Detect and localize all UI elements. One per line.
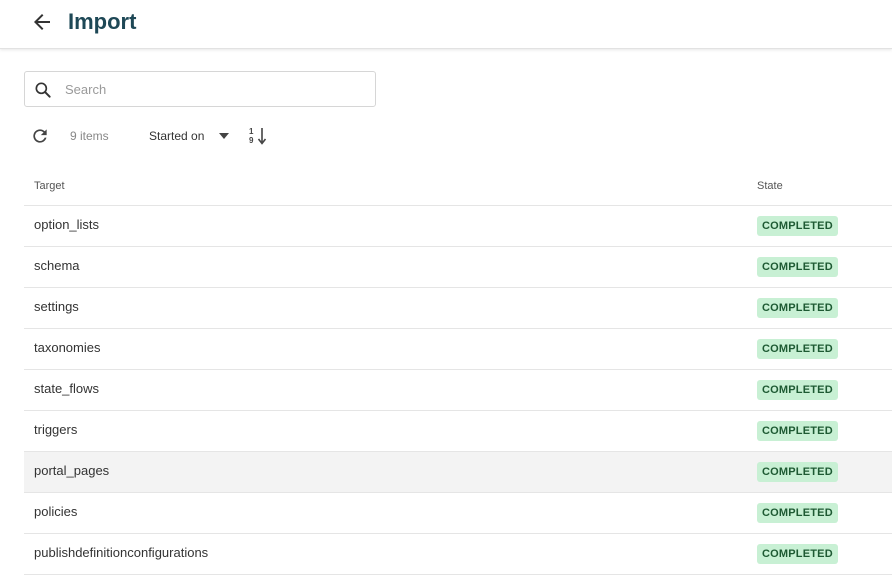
target-cell: portal_pages <box>34 463 110 478</box>
target-cell: triggers <box>34 422 78 437</box>
imports-table: Target State option_lists COMPLETED sche… <box>24 170 892 575</box>
svg-text:9: 9 <box>249 136 254 145</box>
table-row[interactable]: triggers COMPLETED <box>24 411 892 452</box>
table-row[interactable]: option_lists COMPLETED <box>24 206 892 247</box>
status-badge: COMPLETED <box>757 544 838 564</box>
status-badge: COMPLETED <box>757 216 838 236</box>
svg-text:1: 1 <box>249 127 254 136</box>
search-input[interactable] <box>65 72 365 106</box>
search-box[interactable] <box>24 71 376 107</box>
target-cell: option_lists <box>34 217 100 232</box>
refresh-icon[interactable] <box>30 126 50 146</box>
target-cell: policies <box>34 504 78 519</box>
table-row[interactable]: publishdefinitionconfigurations COMPLETE… <box>24 534 892 575</box>
table-row[interactable]: portal_pages COMPLETED <box>24 452 892 493</box>
sort-descending-icon[interactable]: 1 9 <box>248 126 268 146</box>
item-count: 9 items <box>70 129 109 143</box>
search-icon <box>35 82 51 98</box>
column-header-state[interactable]: State <box>757 180 783 192</box>
status-badge: COMPLETED <box>757 462 838 482</box>
list-toolbar: 9 items Started on 1 9 <box>24 124 424 148</box>
table-header: Target State <box>24 170 892 206</box>
page-title: Import <box>68 9 137 34</box>
status-badge: COMPLETED <box>757 380 838 400</box>
target-cell: settings <box>34 299 79 314</box>
status-badge: COMPLETED <box>757 503 838 523</box>
target-cell: publishdefinitionconfigurations <box>34 545 209 560</box>
target-cell: taxonomies <box>34 340 101 355</box>
column-header-target[interactable]: Target <box>34 180 65 192</box>
arrow-left-icon[interactable] <box>30 10 54 34</box>
table-row[interactable]: state_flows COMPLETED <box>24 370 892 411</box>
table-row[interactable]: settings COMPLETED <box>24 288 892 329</box>
status-badge: COMPLETED <box>757 339 838 359</box>
target-cell: schema <box>34 258 80 273</box>
page-header: Import <box>0 0 892 49</box>
table-row[interactable]: schema COMPLETED <box>24 247 892 288</box>
status-badge: COMPLETED <box>757 257 838 277</box>
status-badge: COMPLETED <box>757 421 838 441</box>
sort-field-select[interactable]: Started on <box>149 129 204 143</box>
caret-down-icon[interactable] <box>217 130 231 142</box>
status-badge: COMPLETED <box>757 298 838 318</box>
table-row[interactable]: taxonomies COMPLETED <box>24 329 892 370</box>
target-cell: state_flows <box>34 381 100 396</box>
table-row[interactable]: policies COMPLETED <box>24 493 892 534</box>
